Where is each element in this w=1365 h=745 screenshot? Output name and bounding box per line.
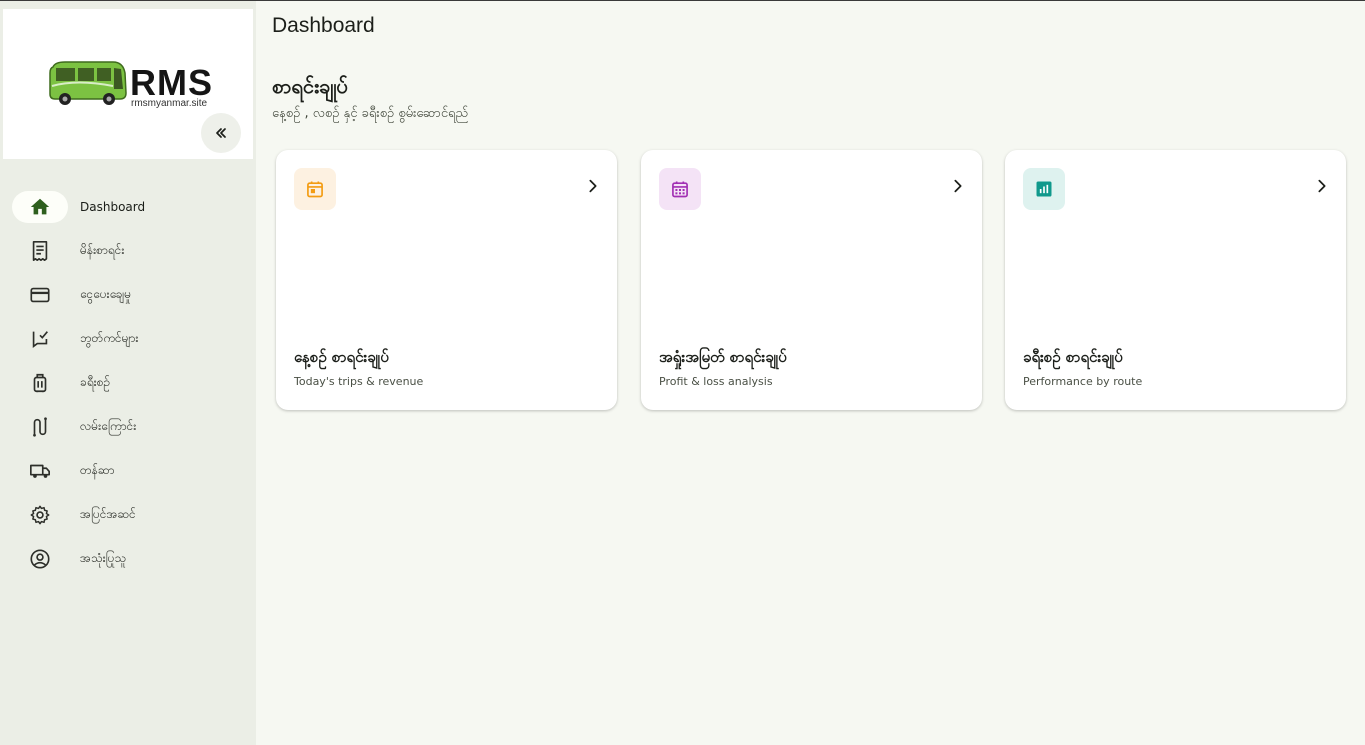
sidebar-item-label: မိန်းစာရင်း (80, 243, 125, 257)
page-title: Dashboard (272, 14, 375, 37)
sidebar-item-label: အပြင်အဆင် (80, 507, 136, 521)
card-subtitle: Today's trips & revenue (294, 375, 424, 388)
sidebar-item-users[interactable]: အသုံးပြုသူ (0, 537, 256, 581)
route-icon (33, 417, 47, 437)
brand-site: rmsmyanmar.site (131, 98, 208, 109)
chevron-right-icon (589, 179, 597, 193)
card-title: အရှုံးအမြတ် စာရင်းချုပ် (659, 348, 787, 366)
sidebar-item-dashboard[interactable]: Dashboard (0, 185, 256, 229)
chevron-right-icon (1318, 179, 1326, 193)
analytics-icon (1036, 181, 1052, 197)
card-title: ခရီးစဉ် စာရင်းချုပ် (1023, 348, 1123, 366)
luggage-icon (33, 373, 47, 393)
sidebar-item-label: တန်ဆာ (80, 463, 115, 477)
double-chevron-left-icon (216, 128, 226, 138)
section-title: စာရင်းချုပ် (272, 74, 348, 98)
card-subtitle: Performance by route (1023, 375, 1143, 388)
chevron-right-icon (954, 179, 962, 193)
logo-panel: RMS rmsmyanmar.site (3, 9, 253, 159)
sidebar-item-label: ငွေပေးချေမှု (80, 287, 132, 301)
card-daily-summary[interactable]: နေ့စဉ် စာရင်းချုပ် Today's trips & reven… (276, 150, 617, 410)
account-circle-icon (30, 549, 50, 569)
sidebar-item-label: လမ်းကြောင်း (80, 419, 137, 433)
sidebar-item-label: ခရီးစဉ် (80, 375, 111, 389)
home-icon (30, 198, 50, 215)
card-title: နေ့စဉ် စာရင်းချုပ် (294, 348, 389, 366)
truck-icon (30, 464, 50, 478)
sidebar-item-bookings[interactable]: ဘွတ်ကင်များ (0, 317, 256, 361)
receipt-icon (32, 241, 48, 261)
sidebar-item-vehicles[interactable]: တန်ဆာ (0, 449, 256, 493)
main-content: Dashboard စာရင်းချုပ် နေ့စဉ် , လစဉ် နှင့… (256, 1, 1365, 745)
brand-name: RMS (130, 62, 213, 103)
sidebar-item-label: Dashboard (80, 200, 146, 214)
section-subtitle: နေ့စဉ် , လစဉ် နှင့် ခရီးစဉ် စွမ်းဆောင်ရည… (272, 106, 469, 121)
sidebar-item-receipts[interactable]: မိန်းစာရင်း (0, 229, 256, 273)
gear-icon (30, 505, 50, 525)
calendar-month-icon (672, 181, 688, 198)
credit-card-icon (30, 287, 50, 303)
sidebar-nav: Dashboard မိန်းစာရင်း ငွေပေးချေမှု ဘွတ်က… (0, 185, 256, 581)
card-profit-loss[interactable]: အရှုံးအမြတ် စာရင်းချုပ် Profit & loss an… (641, 150, 982, 410)
bus-logo-icon (49, 61, 127, 105)
sidebar-item-label: ဘွတ်ကင်များ (80, 331, 139, 345)
card-trip-summary[interactable]: ခရီးစဉ် စာရင်းချုပ် Performance by route (1005, 150, 1346, 410)
checklist-icon (32, 331, 48, 348)
sidebar-item-settings[interactable]: အပြင်အဆင် (0, 493, 256, 537)
sidebar: RMS rmsmyanmar.site Dashboard မိန်းစာရင်… (0, 1, 256, 745)
sidebar-item-payments[interactable]: ငွေပေးချေမှု (0, 273, 256, 317)
card-subtitle: Profit & loss analysis (659, 375, 773, 388)
sidebar-item-trips[interactable]: ခရီးစဉ် (0, 361, 256, 405)
sidebar-item-label: အသုံးပြုသူ (80, 551, 127, 565)
sidebar-item-routes[interactable]: လမ်းကြောင်း (0, 405, 256, 449)
calendar-today-icon (307, 181, 323, 198)
collapse-sidebar-button[interactable] (201, 113, 241, 153)
